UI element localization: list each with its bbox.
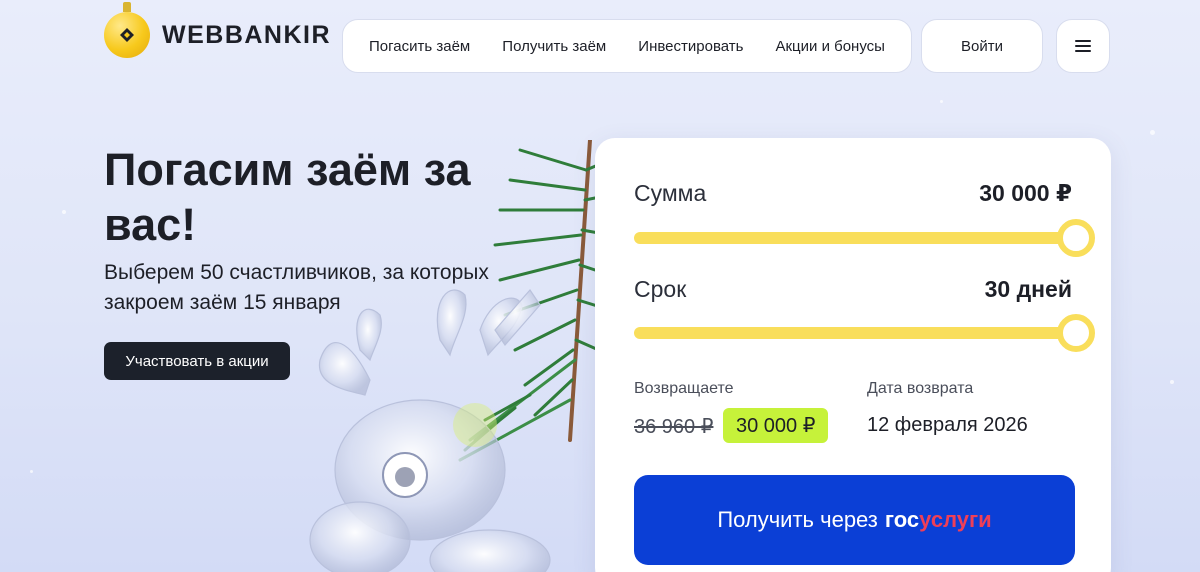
menu-button[interactable] <box>1056 19 1110 73</box>
snowflake <box>1150 130 1155 135</box>
old-price: 36 960 ₽ <box>634 416 714 438</box>
amount-label: Сумма <box>634 180 707 206</box>
amount-row: Сумма 30 000 ₽ <box>634 180 1072 207</box>
gosuslugi-logo: госуслуги <box>884 507 992 532</box>
amount-value: 30 000 ₽ <box>979 180 1072 206</box>
amount-slider-thumb[interactable] <box>1057 219 1095 257</box>
brand-name: WEBBANKIR <box>162 20 332 49</box>
term-row: Срок 30 дней <box>634 276 1072 303</box>
login-button[interactable]: Войти <box>921 19 1043 73</box>
holiday-decoration-image <box>309 140 610 572</box>
snowflake <box>62 210 66 214</box>
term-value: 30 дней <box>984 276 1072 302</box>
hamburger-icon <box>1075 40 1091 52</box>
nav-item-promotions[interactable]: Акции и бонусы <box>775 38 884 55</box>
gosuslugi-button[interactable]: Получить через госуслуги <box>634 475 1075 565</box>
snowflake <box>1170 380 1174 384</box>
loan-calculator-card: Сумма 30 000 ₽ Срок 30 дней Возвращаете … <box>595 138 1111 572</box>
snowflake <box>30 470 33 473</box>
term-slider-track[interactable] <box>634 327 1076 339</box>
amount-slider-track[interactable] <box>634 232 1076 244</box>
term-label: Срок <box>634 276 687 302</box>
return-amount-label: Возвращаете <box>634 380 734 397</box>
return-date-label: Дата возврата <box>867 380 974 397</box>
amount-slider[interactable] <box>634 219 1095 257</box>
nav-item-get-loan[interactable]: Получить заём <box>502 38 606 55</box>
logo[interactable]: WEBBANKIR <box>104 2 332 58</box>
term-slider-thumb[interactable] <box>1057 314 1095 352</box>
join-promo-button[interactable]: Участвовать в акции <box>104 342 290 380</box>
return-date-value: 12 февраля 2026 <box>867 414 1028 436</box>
snowflake <box>940 100 943 103</box>
main-nav: Погасить заём Получить заём Инвестироват… <box>342 19 912 73</box>
nav-item-repay-loan[interactable]: Погасить заём <box>369 38 470 55</box>
discounted-price-badge: 30 000 ₽ <box>723 408 829 443</box>
gosuslugi-button-label: Получить через <box>717 507 878 532</box>
nav-item-invest[interactable]: Инвестировать <box>638 38 743 55</box>
logo-ornament-icon <box>104 2 150 58</box>
term-slider[interactable] <box>634 314 1095 352</box>
